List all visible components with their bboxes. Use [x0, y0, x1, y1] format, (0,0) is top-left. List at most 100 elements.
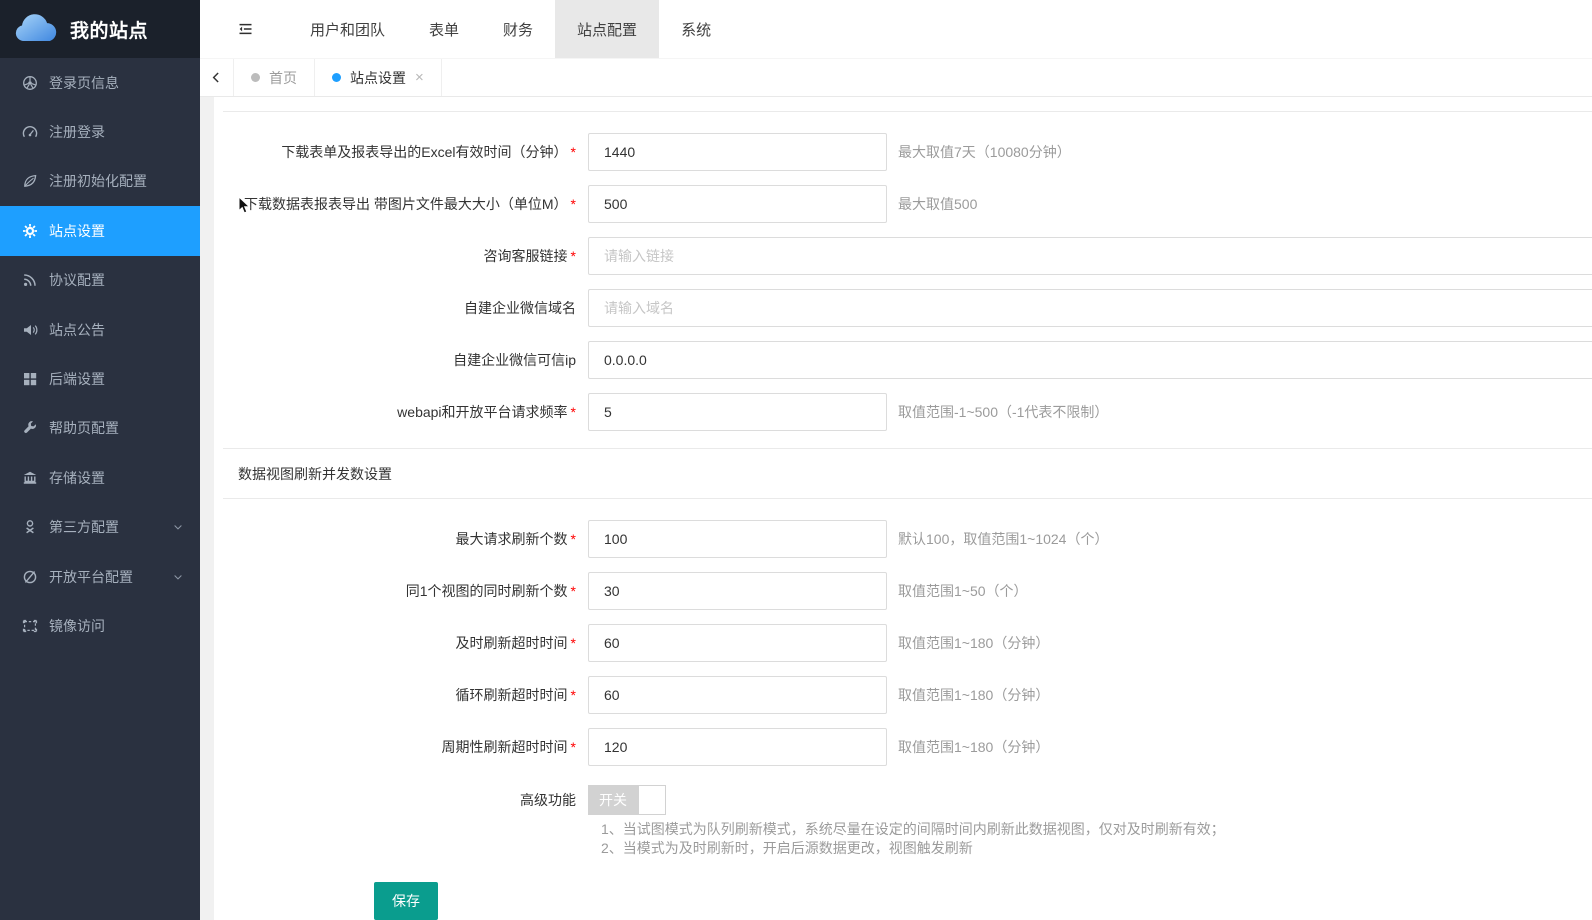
- text-input[interactable]: [588, 185, 887, 223]
- form-row: 同1个视图的同时刷新个数*取值范围1~50（个）: [214, 572, 1592, 610]
- form-row: 下载表单及报表导出的Excel有效时间（分钟）*最大取值7天（10080分钟）: [214, 133, 1592, 171]
- form-row: 下载数据表报表导出 带图片文件最大大小（单位M）* 最大取值500: [214, 185, 1592, 223]
- dashboard-icon: [22, 124, 38, 140]
- form-label: 下载数据表报表导出 带图片文件最大大小（单位M）: [244, 196, 568, 212]
- futbol-icon: [22, 75, 38, 91]
- form-label: 自建企业微信域名: [464, 300, 576, 316]
- text-input[interactable]: [588, 676, 887, 714]
- sidebar-item-label: 站点设置: [49, 221, 184, 241]
- required-mark: *: [571, 248, 576, 264]
- text-input[interactable]: [588, 624, 887, 662]
- scrollbar-track[interactable]: [200, 97, 214, 920]
- sidebar-item-9[interactable]: 第三方配置: [0, 503, 200, 552]
- toggle-label: 开关: [588, 785, 638, 815]
- tab-dot: [332, 73, 341, 82]
- text-input[interactable]: [588, 133, 887, 171]
- required-mark: *: [571, 196, 576, 212]
- menu-fold-icon[interactable]: [237, 21, 254, 37]
- speaker-icon: [22, 322, 38, 338]
- sidebar-item-6[interactable]: 后端设置: [0, 354, 200, 403]
- sidebar-item-label: 镜像访问: [49, 616, 184, 636]
- sidebar-item-10[interactable]: 开放平台配置: [0, 552, 200, 601]
- sidebar-item-4[interactable]: 协议配置: [0, 256, 200, 305]
- divider: [223, 498, 1592, 499]
- sidebar-item-1[interactable]: 注册登录: [0, 107, 200, 156]
- sidebar-item-3[interactable]: 站点设置: [0, 206, 200, 255]
- top-navbar: 用户和团队表单财务站点配置系统: [200, 0, 1592, 58]
- section-title: 数据视图刷新并发数设置: [214, 449, 1592, 498]
- form-row: 最大请求刷新个数*默认100，取值范围1~1024（个）: [214, 520, 1592, 558]
- advanced-notes: 1、当试图模式为队列刷新模式，系统尽量在设定的间隔时间内刷新此数据视图，仅对及时…: [601, 820, 1592, 858]
- rss-icon: [22, 272, 38, 288]
- page-tab-1[interactable]: 站点设置×: [314, 59, 442, 96]
- sidebar-item-label: 帮助页配置: [49, 418, 184, 438]
- form-label: 周期性刷新超时时间: [442, 739, 568, 755]
- form-row: 自建企业微信域名: [214, 289, 1592, 327]
- form-sections: 下载表单及报表导出的Excel有效时间（分钟）*最大取值7天（10080分钟）下…: [214, 111, 1592, 766]
- field-hint: 取值范围1~180（分钟）: [898, 633, 1049, 653]
- sidebar-item-5[interactable]: 站点公告: [0, 305, 200, 354]
- top-tab-4[interactable]: 系统: [659, 0, 733, 58]
- app-root: 我的站点 登录页信息注册登录注册初始化配置站点设置协议配置站点公告后端设置帮助页…: [0, 0, 1592, 920]
- text-input[interactable]: [588, 341, 1592, 379]
- field-hint: 最大取值500: [898, 194, 977, 214]
- field-hint: 取值范围1~180（分钟）: [898, 685, 1049, 705]
- page-tabs: 首页站点设置×: [233, 59, 442, 96]
- text-input[interactable]: [588, 520, 887, 558]
- chevron-left-icon[interactable]: [200, 59, 233, 96]
- save-button[interactable]: 保存: [374, 882, 438, 920]
- form-label: 高级功能: [520, 792, 576, 808]
- close-icon[interactable]: ×: [415, 70, 424, 85]
- sidebar-item-11[interactable]: 镜像访问: [0, 601, 200, 650]
- page-tab-0[interactable]: 首页: [233, 59, 314, 96]
- top-tab-1[interactable]: 表单: [407, 0, 481, 58]
- text-input[interactable]: [588, 393, 887, 431]
- user-icon: [22, 519, 38, 535]
- cloud-logo-icon: [13, 14, 59, 45]
- top-tab-0[interactable]: 用户和团队: [288, 0, 407, 58]
- chevron-down-icon: [172, 571, 184, 583]
- field-hint: 取值范围1~50（个）: [898, 581, 1028, 601]
- required-mark: *: [571, 635, 576, 651]
- form-label: 最大请求刷新个数: [456, 531, 568, 547]
- form-row: 及时刷新超时时间* 取值范围1~180（分钟）: [214, 624, 1592, 662]
- sidebar-item-2[interactable]: 注册初始化配置: [0, 157, 200, 206]
- sidebar-item-label: 存储设置: [49, 468, 184, 488]
- logo: 我的站点: [0, 0, 200, 58]
- gear-icon: [22, 223, 38, 239]
- text-input[interactable]: [588, 572, 887, 610]
- field-hint: 取值范围-1~500（-1代表不限制）: [898, 402, 1108, 422]
- divider: [223, 111, 1592, 112]
- sidebar-item-8[interactable]: 存储设置: [0, 453, 200, 502]
- sidebar-item-label: 后端设置: [49, 369, 184, 389]
- top-nav-tabs: 用户和团队表单财务站点配置系统: [288, 0, 733, 58]
- grid-icon: [22, 371, 38, 387]
- content-area: 下载表单及报表导出的Excel有效时间（分钟）*最大取值7天（10080分钟）下…: [200, 97, 1592, 920]
- page-tabbar: 首页站点设置×: [200, 58, 1592, 97]
- wrench-icon: [22, 420, 38, 436]
- top-tab-2[interactable]: 财务: [481, 0, 555, 58]
- text-input[interactable]: [588, 237, 1592, 275]
- sidebar-item-label: 开放平台配置: [49, 567, 172, 587]
- top-tab-3[interactable]: 站点配置: [555, 0, 659, 58]
- text-input[interactable]: [588, 289, 1592, 327]
- sidebar-item-7[interactable]: 帮助页配置: [0, 404, 200, 453]
- sidebar-item-label: 注册登录: [49, 122, 184, 142]
- sidebar-item-0[interactable]: 登录页信息: [0, 58, 200, 107]
- sidebar-item-label: 登录页信息: [49, 73, 184, 93]
- form-row: 周期性刷新超时时间*取值范围1~180（分钟）: [214, 728, 1592, 766]
- sidebar-item-label: 协议配置: [49, 270, 184, 290]
- form-label: 及时刷新超时时间: [456, 635, 568, 651]
- form-label: 循环刷新超时时间: [456, 687, 568, 703]
- sidebar-item-label: 第三方配置: [49, 517, 172, 537]
- note-line: 2、当模式为及时刷新时，开启后源数据更改，视图触发刷新: [601, 839, 1592, 858]
- text-input[interactable]: [588, 728, 887, 766]
- bank-icon: [22, 470, 38, 486]
- required-mark: *: [571, 583, 576, 599]
- sidebar-menu: 登录页信息注册登录注册初始化配置站点设置协议配置站点公告后端设置帮助页配置存储设…: [0, 58, 200, 920]
- leaf-icon: [22, 173, 38, 189]
- form-label: 下载表单及报表导出的Excel有效时间（分钟）: [281, 144, 567, 160]
- tab-dot: [251, 73, 260, 82]
- advanced-feature-row: 高级功能 开关: [214, 785, 1592, 815]
- advanced-toggle[interactable]: 开关: [588, 785, 666, 815]
